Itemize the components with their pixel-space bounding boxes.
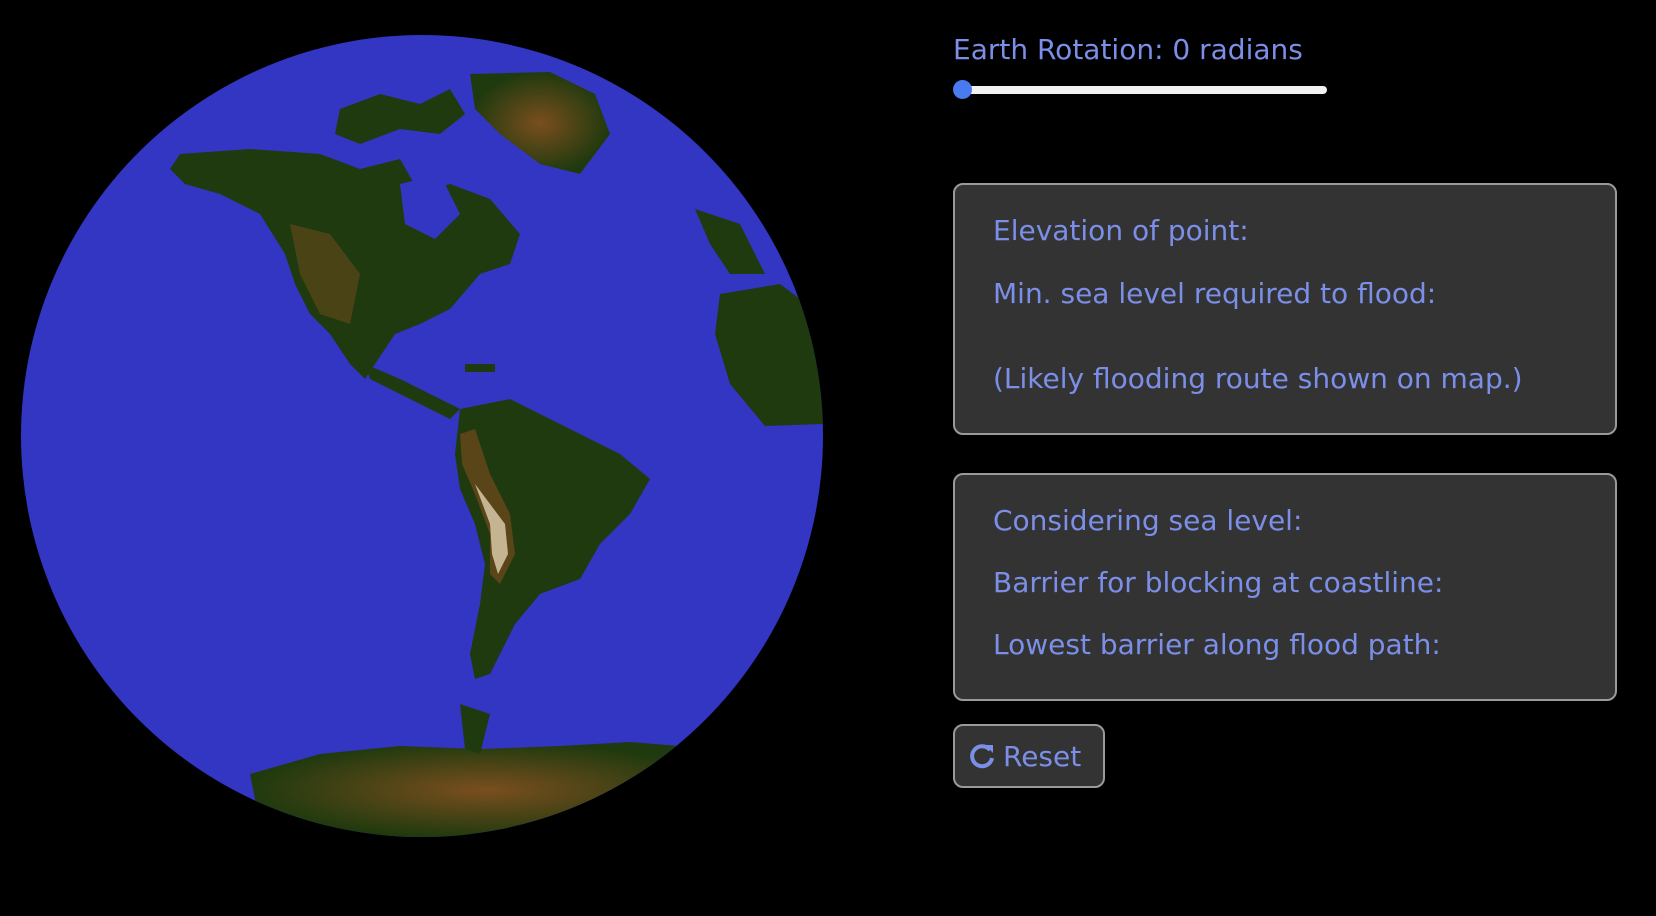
rotation-slider[interactable] <box>953 78 1327 100</box>
slider-thumb[interactable] <box>953 80 972 99</box>
sea-level-panel: Considering sea level: Barrier for block… <box>953 473 1617 701</box>
antarctica <box>250 742 720 837</box>
min-sea-level-label: Min. sea level required to flood: <box>993 277 1437 310</box>
earth-globe-map[interactable] <box>20 34 824 838</box>
elevation-label: Elevation of point: <box>993 214 1249 247</box>
caribbean-islands <box>465 364 495 372</box>
reset-button[interactable]: Reset <box>953 724 1105 788</box>
slider-track[interactable] <box>959 86 1327 94</box>
considering-sea-level-label: Considering sea level: <box>993 504 1303 537</box>
control-panel: Earth Rotation: 0 radians Elevation of p… <box>953 30 1619 788</box>
coastline-barrier-label: Barrier for blocking at coastline: <box>993 566 1444 599</box>
ocean <box>21 35 823 837</box>
flood-route-note: (Likely flooding route shown on map.) <box>993 362 1523 395</box>
earth-globe-canvas[interactable] <box>20 34 824 838</box>
app-root: Earth Rotation: 0 radians Elevation of p… <box>0 0 1656 916</box>
point-info-panel: Elevation of point: Min. sea level requi… <box>953 183 1617 435</box>
reset-label: Reset <box>1003 739 1082 773</box>
lowest-barrier-label: Lowest barrier along flood path: <box>993 628 1441 661</box>
refresh-icon <box>967 741 997 771</box>
rotation-label: Earth Rotation: 0 radians <box>953 33 1303 66</box>
